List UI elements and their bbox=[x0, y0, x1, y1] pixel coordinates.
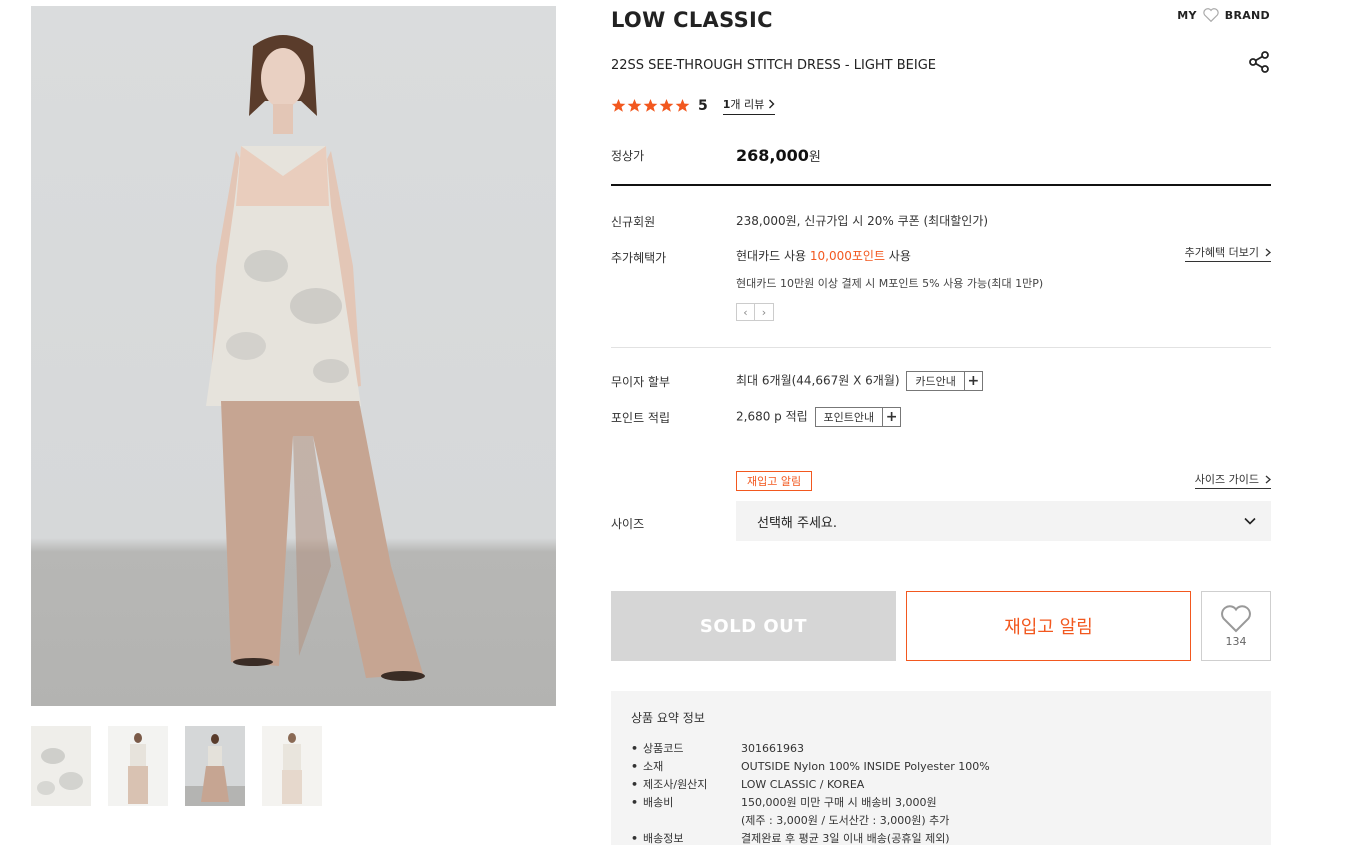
size-guide-text: 사이즈 가이드 bbox=[1194, 473, 1259, 486]
benefit-more-text: 추가혜택 더보기 bbox=[1184, 246, 1259, 259]
model-illustration bbox=[206, 35, 425, 681]
divider bbox=[611, 347, 1271, 348]
summary-value: 150,000원 미만 구매 시 배송비 3,000원 bbox=[741, 796, 937, 809]
point-guide-button[interactable]: 포인트안내 + bbox=[814, 407, 902, 427]
summary-value: OUTSIDE Nylon 100% INSIDE Polyester 100% bbox=[741, 760, 990, 773]
thumbnail-2[interactable] bbox=[108, 726, 168, 806]
chevron-down-icon bbox=[1244, 517, 1256, 525]
benefit-prefix: 현대카드 사용 bbox=[736, 249, 810, 263]
points-label: 포인트 적립 bbox=[611, 411, 671, 425]
product-name: 22SS SEE-THROUGH STITCH DRESS - LIGHT BE… bbox=[611, 58, 936, 73]
star-rating bbox=[611, 98, 690, 113]
size-guide-link[interactable]: 사이즈 가이드 bbox=[1194, 471, 1271, 489]
review-count-suffix: 개 리뷰 bbox=[730, 98, 765, 111]
brand-title[interactable]: LOW CLASSIC bbox=[611, 8, 773, 32]
chevron-right-icon bbox=[1265, 248, 1271, 256]
size-select[interactable]: 선택해 주세요. bbox=[736, 501, 1271, 541]
installment-text: 최대 6개월(44,667원 X 6개월) bbox=[736, 373, 900, 388]
summary-row: • 소재 OUTSIDE Nylon 100% INSIDE Polyester… bbox=[631, 758, 1251, 776]
benefit-suffix: 사용 bbox=[884, 249, 911, 263]
rating-score: 5 bbox=[698, 97, 708, 114]
member-text: 238,000원, 신규가입 시 20% 쿠폰 (최대할인가) bbox=[736, 214, 989, 228]
restock-alert-button[interactable]: 재입고 알림 bbox=[906, 591, 1191, 661]
star-icon bbox=[659, 98, 674, 112]
bullet: • bbox=[631, 778, 639, 791]
size-select-value: 선택해 주세요. bbox=[757, 515, 838, 531]
star-icon bbox=[611, 98, 626, 112]
benefit-pager: ‹ › bbox=[736, 303, 774, 321]
benefit-more-link[interactable]: 추가혜택 더보기 bbox=[1184, 244, 1271, 262]
thumbnail-list bbox=[31, 726, 322, 806]
sold-out-button[interactable]: SOLD OUT bbox=[611, 591, 896, 661]
top-links: MY BRAND bbox=[1177, 8, 1270, 22]
prev-button[interactable]: ‹ bbox=[736, 303, 755, 321]
my-link[interactable]: MY bbox=[1177, 9, 1197, 22]
benefit-highlight: 10,000포인트 bbox=[809, 249, 885, 263]
member-label: 신규회원 bbox=[611, 215, 656, 229]
next-button[interactable]: › bbox=[755, 303, 774, 321]
price-value: 268,000원 bbox=[736, 146, 821, 165]
summary-value: 301661963 bbox=[741, 742, 804, 755]
like-count: 134 bbox=[1225, 634, 1247, 648]
heart-icon bbox=[1221, 604, 1251, 632]
bullet: • bbox=[631, 832, 639, 845]
summary-row: • 배송비 150,000원 미만 구매 시 배송비 3,000원 bbox=[631, 794, 1251, 812]
rating: 5 1개 리뷰 bbox=[611, 96, 776, 115]
summary-row: • 제조사/원산지 LOW CLASSIC / KOREA bbox=[631, 776, 1251, 794]
benefit-sub-line: 현대카드 10만원 이상 결제 시 M포인트 5% 사용 가능(최대 1만P) bbox=[736, 277, 1044, 290]
review-link[interactable]: 1개 리뷰 bbox=[722, 96, 776, 115]
like-button[interactable]: 134 bbox=[1201, 591, 1271, 661]
product-summary: 상품 요약 정보 • 상품코드 301661963 • 소재 OUTSIDE N… bbox=[611, 691, 1271, 845]
card-guide-label: 카드안내 bbox=[915, 375, 956, 388]
bullet: • bbox=[631, 796, 639, 809]
plus-icon: + bbox=[882, 408, 900, 426]
summary-key: 소재 bbox=[643, 760, 664, 773]
divider bbox=[611, 184, 1271, 186]
price-label: 정상가 bbox=[611, 149, 645, 163]
star-icon bbox=[627, 98, 642, 112]
point-guide-label: 포인트안내 bbox=[823, 411, 875, 424]
summary-key: 제조사/원산지 bbox=[643, 778, 708, 791]
benefit-line: 현대카드 사용 10,000포인트 사용 bbox=[736, 247, 911, 264]
thumbnail-4[interactable] bbox=[262, 726, 322, 806]
bullet: • bbox=[631, 742, 639, 755]
summary-row: • 배송정보 결제완료 후 평균 3일 이내 배송(공휴일 제외) bbox=[631, 830, 1251, 845]
heart-icon[interactable] bbox=[1203, 8, 1219, 22]
price-unit: 원 bbox=[808, 150, 821, 165]
thumbnail-1[interactable] bbox=[31, 726, 91, 806]
price-amount: 268,000 bbox=[736, 146, 809, 165]
restock-badge[interactable]: 재입고 알림 bbox=[736, 471, 813, 491]
summary-row: (제주 : 3,000원 / 도서산간 : 3,000원) 추가 bbox=[631, 812, 1251, 830]
star-icon bbox=[675, 98, 690, 112]
chevron-right-icon bbox=[1265, 475, 1271, 483]
summary-value: LOW CLASSIC / KOREA bbox=[741, 778, 865, 791]
summary-value: 결제완료 후 평균 3일 이내 배송(공휴일 제외) bbox=[741, 832, 950, 845]
installment-row: 최대 6개월(44,667원 X 6개월) 카드안내 + bbox=[736, 371, 983, 391]
benefit-label: 추가혜택가 bbox=[611, 251, 667, 265]
summary-row: • 상품코드 301661963 bbox=[631, 740, 1251, 758]
summary-key: 배송비 bbox=[643, 796, 674, 809]
plus-icon: + bbox=[963, 372, 982, 390]
brand-link[interactable]: BRAND bbox=[1225, 9, 1270, 22]
product-main-image bbox=[31, 6, 556, 706]
points-row: 2,680 p 적립 포인트안내 + bbox=[736, 407, 902, 427]
summary-key: 상품코드 bbox=[643, 742, 684, 755]
chevron-right-icon bbox=[769, 99, 775, 109]
thumbnail-3[interactable] bbox=[185, 726, 245, 806]
size-label: 사이즈 bbox=[611, 517, 645, 531]
card-guide-button[interactable]: 카드안내 + bbox=[906, 371, 983, 391]
summary-value: (제주 : 3,000원 / 도서산간 : 3,000원) 추가 bbox=[741, 814, 950, 827]
star-icon bbox=[643, 98, 658, 112]
share-icon[interactable] bbox=[1247, 50, 1271, 74]
bullet: • bbox=[631, 760, 639, 773]
installment-label: 무이자 할부 bbox=[611, 375, 671, 389]
points-text: 2,680 p 적립 bbox=[736, 409, 808, 424]
summary-key: 배송정보 bbox=[643, 832, 684, 845]
summary-key bbox=[643, 812, 741, 830]
summary-title: 상품 요약 정보 bbox=[631, 711, 705, 725]
